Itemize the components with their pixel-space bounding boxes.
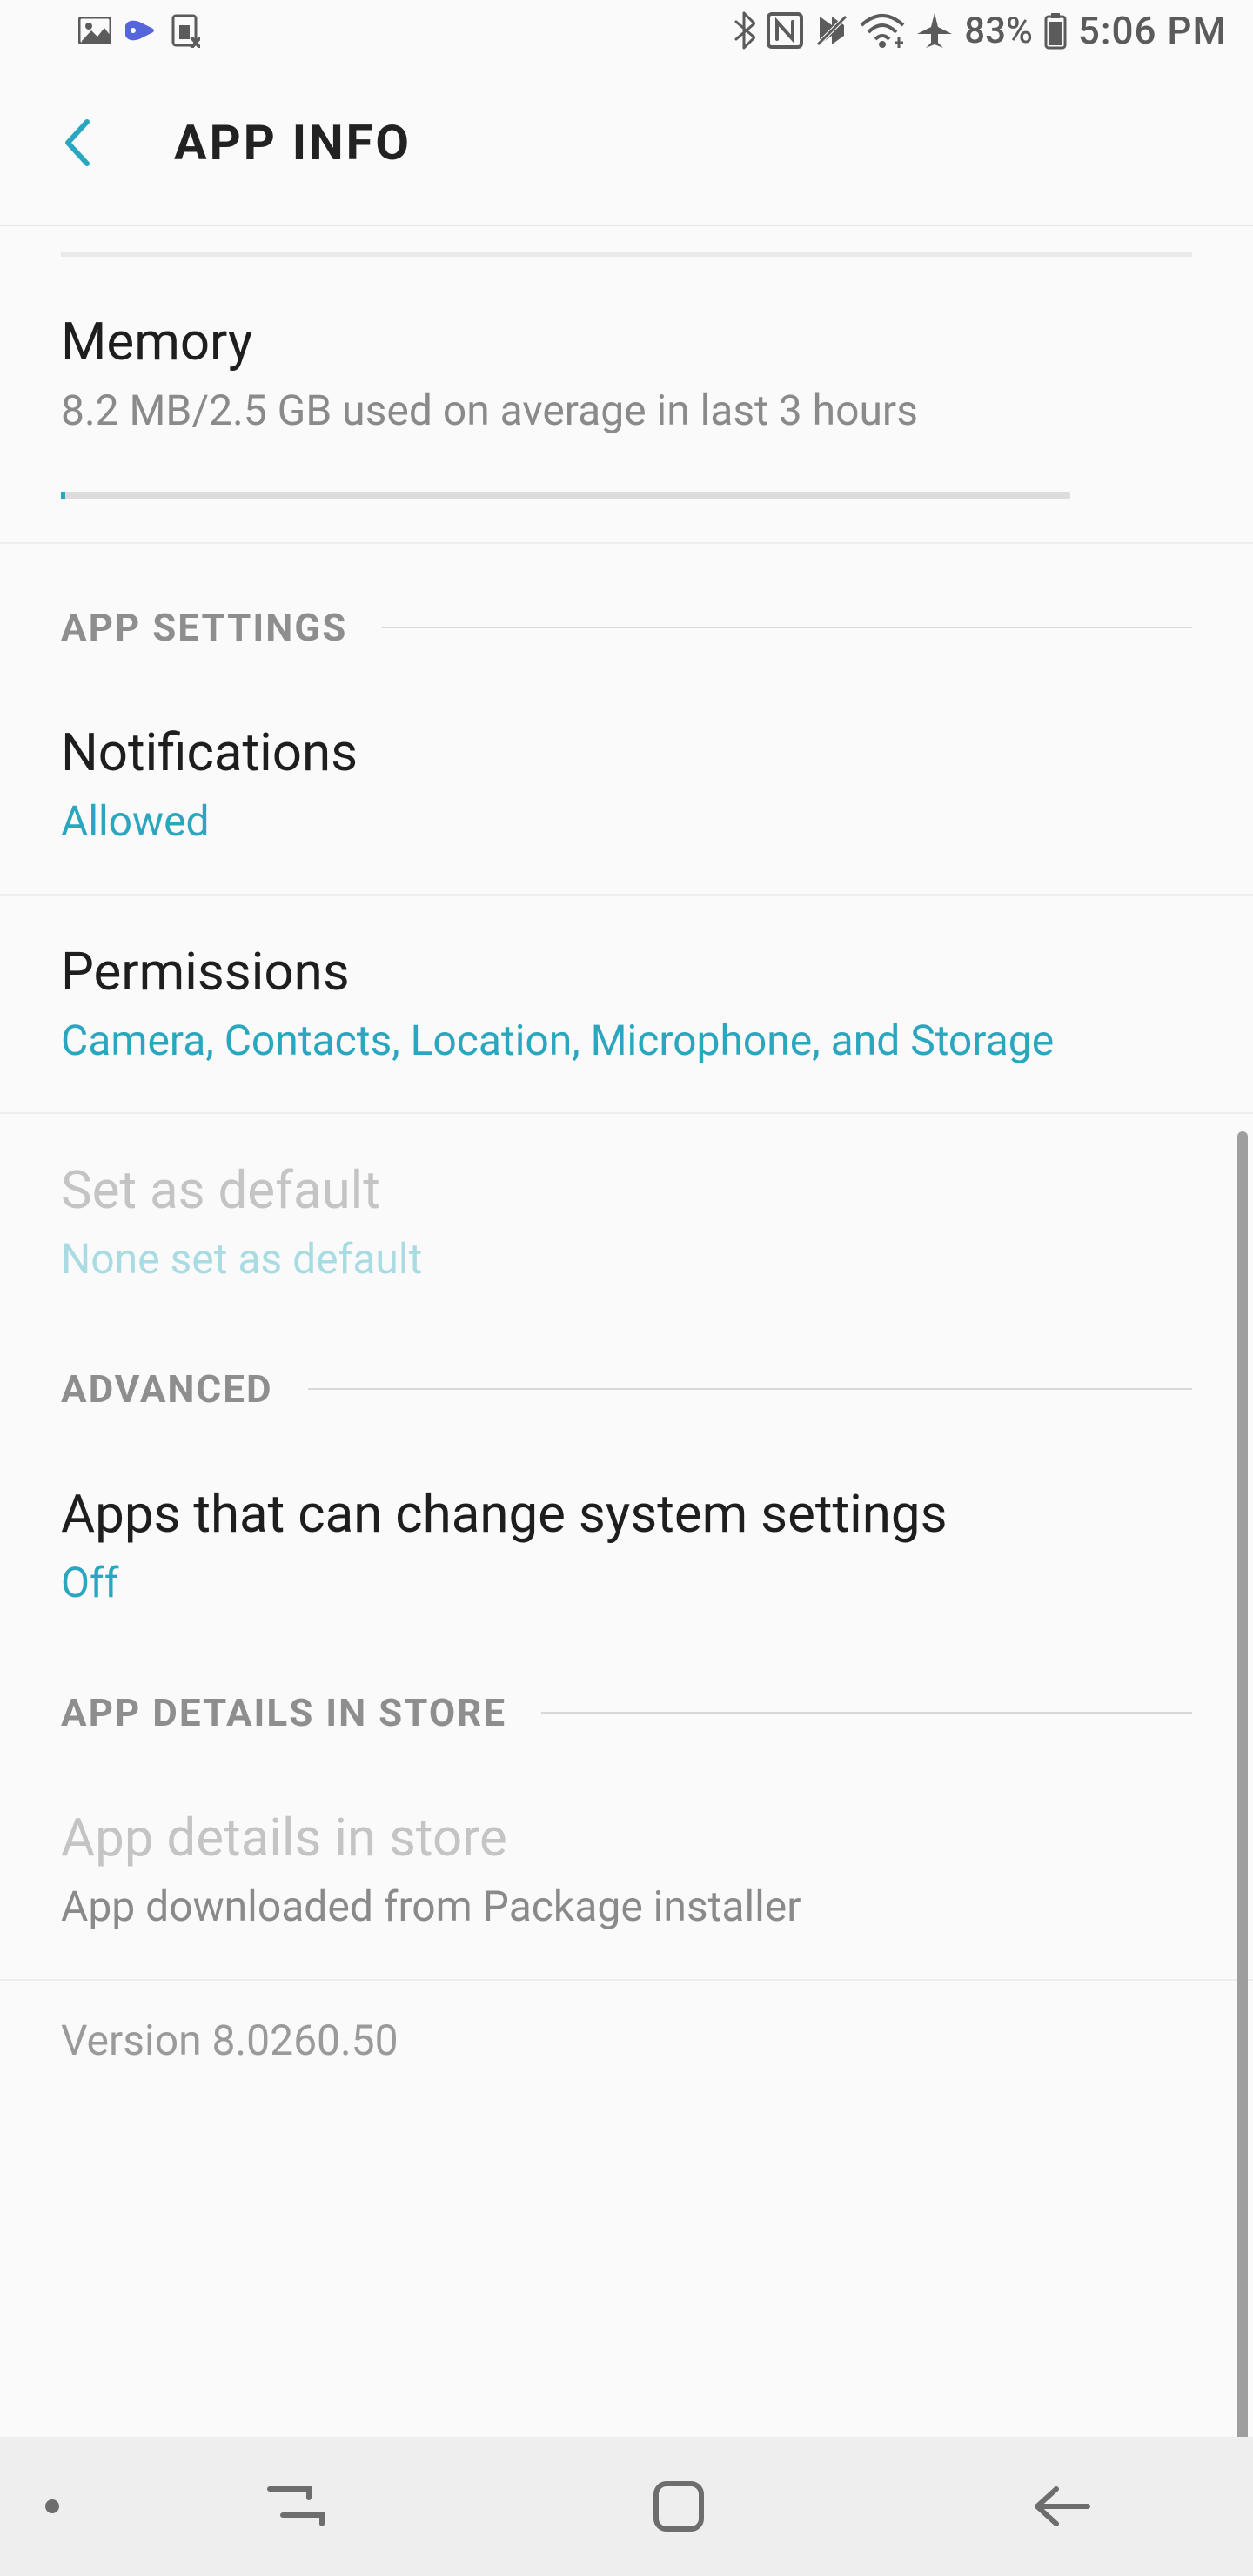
set-default-title: Set as default <box>61 1157 1192 1223</box>
set-default-value: None set as default <box>61 1231 1192 1288</box>
store-details-value: App downloaded from Package installer <box>61 1879 1192 1935</box>
sys-settings-title: Apps that can change system settings <box>61 1481 1192 1546</box>
section-advanced: ADVANCED <box>0 1332 1253 1438</box>
nav-bar <box>0 2437 1253 2576</box>
content-scroll[interactable]: Memory 8.2 MB/2.5 GB used on average in … <box>0 252 1253 2083</box>
chevron-left-icon <box>61 118 92 167</box>
nfc-icon <box>766 11 804 50</box>
battery-icon <box>1043 11 1068 50</box>
section-label: ADVANCED <box>61 1366 273 1412</box>
section-label: APP SETTINGS <box>61 605 347 650</box>
sim-off-icon <box>171 13 200 48</box>
version-text: Version 8.0260.50 <box>0 1981 1253 2083</box>
scrollbar-thumb[interactable] <box>1237 1131 1248 2454</box>
row-sys-settings[interactable]: Apps that can change system settings Off <box>0 1438 1253 1655</box>
row-memory[interactable]: Memory 8.2 MB/2.5 GB used on average in … <box>0 257 1253 544</box>
section-line <box>382 627 1192 628</box>
memory-subtitle: 8.2 MB/2.5 GB used on average in last 3 … <box>61 383 1192 439</box>
status-right: 83% 5:06 PM <box>733 8 1227 53</box>
back-button[interactable] <box>61 118 113 167</box>
bluetooth-icon <box>733 11 755 50</box>
row-permissions[interactable]: Permissions Camera, Contacts, Location, … <box>0 896 1253 1115</box>
recents-icon <box>261 2480 331 2532</box>
mute-icon <box>814 13 849 48</box>
gallery-icon <box>78 17 111 44</box>
status-left <box>26 13 200 48</box>
arrow-left-icon <box>1030 2482 1093 2531</box>
status-bar: 83% 5:06 PM <box>0 0 1253 61</box>
nav-indicator-dot <box>45 2499 59 2513</box>
row-notifications[interactable]: Notifications Allowed <box>0 676 1253 896</box>
clock-text: 5:06 PM <box>1078 8 1227 53</box>
memory-progress <box>61 492 1070 499</box>
memory-title: Memory <box>61 309 1192 374</box>
section-app-settings: APP SETTINGS <box>0 544 1253 676</box>
permissions-title: Permissions <box>61 939 1192 1004</box>
row-store-details: App details in store App downloaded from… <box>0 1761 1253 1981</box>
nav-back-button[interactable] <box>1030 2482 1093 2531</box>
section-app-details-store: APP DETAILS IN STORE <box>0 1655 1253 1761</box>
section-label: APP DETAILS IN STORE <box>61 1690 506 1735</box>
store-details-title: App details in store <box>61 1805 1192 1870</box>
sys-settings-value: Off <box>61 1555 1192 1612</box>
recents-button[interactable] <box>261 2480 331 2532</box>
battery-percent: 83% <box>964 10 1033 52</box>
wifi-icon <box>860 13 905 48</box>
airplane-icon <box>915 11 954 50</box>
permissions-value: Camera, Contacts, Location, Microphone, … <box>61 1013 1192 1070</box>
section-line <box>541 1712 1192 1714</box>
notifications-title: Notifications <box>61 720 1192 785</box>
title-bar: APP INFO <box>0 61 1253 226</box>
section-line <box>308 1388 1192 1390</box>
page-title: APP INFO <box>174 114 412 171</box>
notifications-value: Allowed <box>61 794 1192 850</box>
memory-progress-fill <box>61 492 65 499</box>
home-button[interactable] <box>651 2479 707 2534</box>
row-set-default: Set as default None set as default <box>0 1114 1253 1332</box>
home-icon <box>651 2479 707 2534</box>
tag-icon <box>124 17 158 44</box>
